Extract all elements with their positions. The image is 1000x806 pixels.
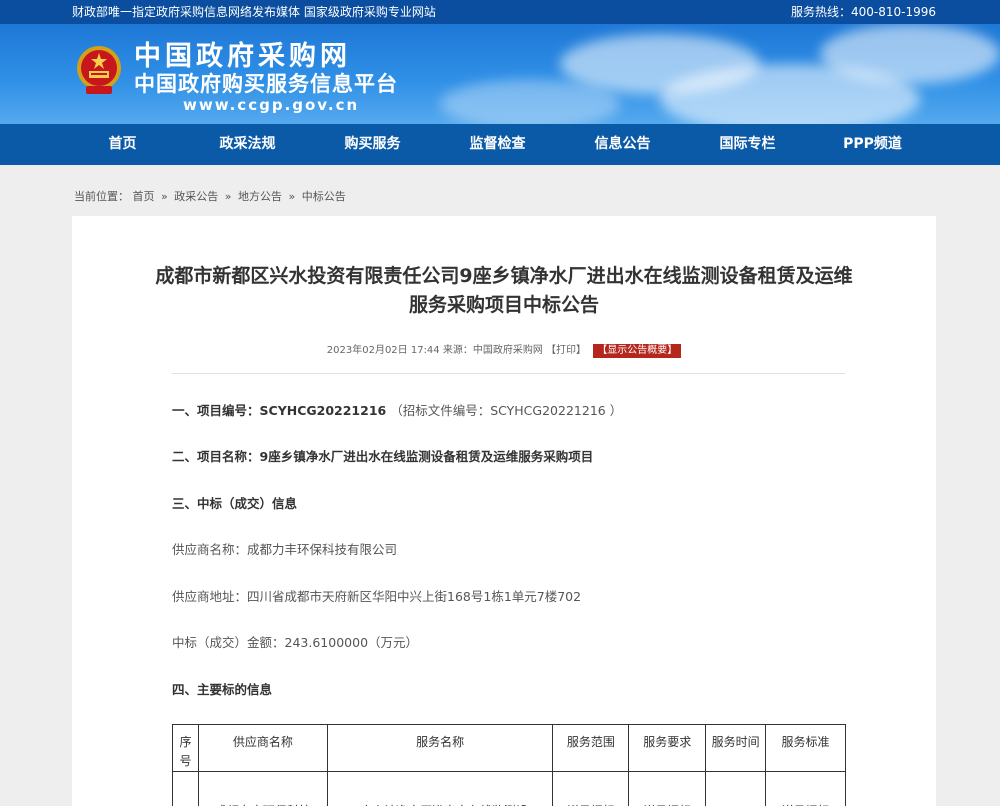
project-name-line: 二、项目名称：9座乡镇净水厂进出水在线监测设备租赁及运维服务采购项目 [172,448,593,466]
table-header-cell: 序号 [172,724,199,772]
national-emblem-icon [77,46,121,94]
table-header-row: 序号 供应商名称 服务名称 服务范围 服务要求 服务时间 服务标准 [172,724,846,772]
service-hotline: 服务热线：400-810-1996 [790,5,936,19]
table-cell [705,771,767,806]
breadcrumb-procurement-notices[interactable]: 政采公告 [174,190,218,203]
award-info-heading: 三、中标（成交）信息 [172,496,298,511]
site-url: www.ccgp.gov.cn [183,96,360,114]
nav-regulations[interactable]: 政采法规 [185,124,310,165]
notice-title-line2: 服务采购项目中标公告 [408,294,599,316]
breadcrumb-separator: » [288,190,296,203]
table-cell [172,771,199,806]
table-header-cell: 服务要求 [628,724,707,772]
award-amount-value: 243.6100000（万元） [284,635,419,650]
table-header-cell: 服务时间 [705,724,767,772]
supplier-address-line: 供应商地址：四川省成都市天府新区华阳中兴上街168号1栋1单元7楼702 [172,588,581,606]
table-cell: 详见招标 [765,771,846,806]
nav-ppp[interactable]: PPP频道 [810,124,935,165]
breadcrumb-award-notices[interactable]: 中标公告 [302,190,346,203]
award-amount-label: 中标（成交）金额： [172,635,285,650]
project-name-label: 二、项目名称： [172,449,260,464]
nav-home[interactable]: 首页 [60,124,185,165]
breadcrumb-home[interactable]: 首页 [133,190,155,203]
project-number-label: 一、项目编号： [172,403,260,418]
main-nav: 首页 政采法规 购买服务 监督检查 信息公告 国际专栏 PPP频道 [0,124,1000,165]
breadcrumb-local-notices[interactable]: 地方公告 [238,190,282,203]
table-cell: 详见招标 [552,771,630,806]
table-cell: 9座乡镇净水厂进出水在线监测设 [326,771,554,806]
site-subtitle: 中国政府购买服务信息平台 [134,72,398,96]
project-number-line: 一、项目编号：SCYHCG20221216 （招标文件编号：SCYHCG2022… [172,402,622,420]
table-header-cell: 服务范围 [552,724,630,772]
supplier-name-line: 供应商名称：成都力丰环保科技有限公司 [172,541,397,559]
nav-purchase-services[interactable]: 购买服务 [310,124,435,165]
breadcrumb: 当前位置： 首页 » 政采公告 » 地方公告 » 中标公告 [74,189,346,205]
notice-panel: 成都市新都区兴水投资有限责任公司9座乡镇净水厂进出水在线监测设备租赁及运维 服务… [72,216,936,806]
table-row: 成都力丰环保科技 9座乡镇净水厂进出水在线监测设 详见招标 详见招标 详见招标 [172,771,846,806]
supplier-name-value: 成都力丰环保科技有限公司 [247,542,398,557]
award-amount-line: 中标（成交）金额：243.6100000（万元） [172,634,418,652]
breadcrumb-separator: » [161,190,168,203]
site-title: 中国政府采购网 [134,41,351,72]
supplier-address-label: 供应商地址： [172,589,248,604]
table-cell: 详见招标 [628,771,707,806]
notice-meta: 2023年02月02日 17:44 来源：中国政府采购网 【打印】 【显示公告概… [72,344,936,358]
supplier-name-label: 供应商名称： [172,542,248,557]
top-bar: 财政部唯一指定政府采购信息网络发布媒体 国家级政府采购专业网站 服务热线：400… [0,0,1000,24]
site-banner: 中国政府采购网 中国政府购买服务信息平台 www.ccgp.gov.cn [0,24,1000,124]
notice-date-source: 2023年02月02日 17:44 来源：中国政府采购网 【打印】 [326,345,587,356]
main-subject-heading: 四、主要标的信息 [172,682,273,697]
subject-table: 序号 供应商名称 服务名称 服务范围 服务要求 服务时间 服务标准 成都力丰环保… [172,724,846,806]
supplier-address-value: 四川省成都市天府新区华阳中兴上街168号1栋1单元7楼702 [247,589,582,604]
breadcrumb-label: 当前位置： [74,190,129,203]
show-summary-button[interactable]: 【显示公告概要】 [593,344,682,358]
notice-title-line1: 成都市新都区兴水投资有限责任公司9座乡镇净水厂进出水在线监测设备租赁及运维 [155,265,853,287]
divider [172,373,845,374]
table-cell: 成都力丰环保科技 [197,771,328,806]
nav-international[interactable]: 国际专栏 [685,124,810,165]
breadcrumb-separator: » [224,190,232,203]
table-header-cell: 服务标准 [765,724,846,772]
nav-supervision[interactable]: 监督检查 [435,124,560,165]
table-header-cell: 服务名称 [326,724,554,772]
notice-title: 成都市新都区兴水投资有限责任公司9座乡镇净水厂进出水在线监测设备租赁及运维 服务… [72,262,936,320]
project-number-value: SCYHCG20221216 [259,403,387,418]
site-slogan: 财政部唯一指定政府采购信息网络发布媒体 国家级政府采购专业网站 [72,5,436,19]
tender-doc-number: （招标文件编号：SCYHCG20221216 ） [390,403,623,418]
nav-announcements[interactable]: 信息公告 [560,124,685,165]
table-header-cell: 供应商名称 [197,724,328,772]
project-name-value: 9座乡镇净水厂进出水在线监测设备租赁及运维服务采购项目 [259,449,594,464]
